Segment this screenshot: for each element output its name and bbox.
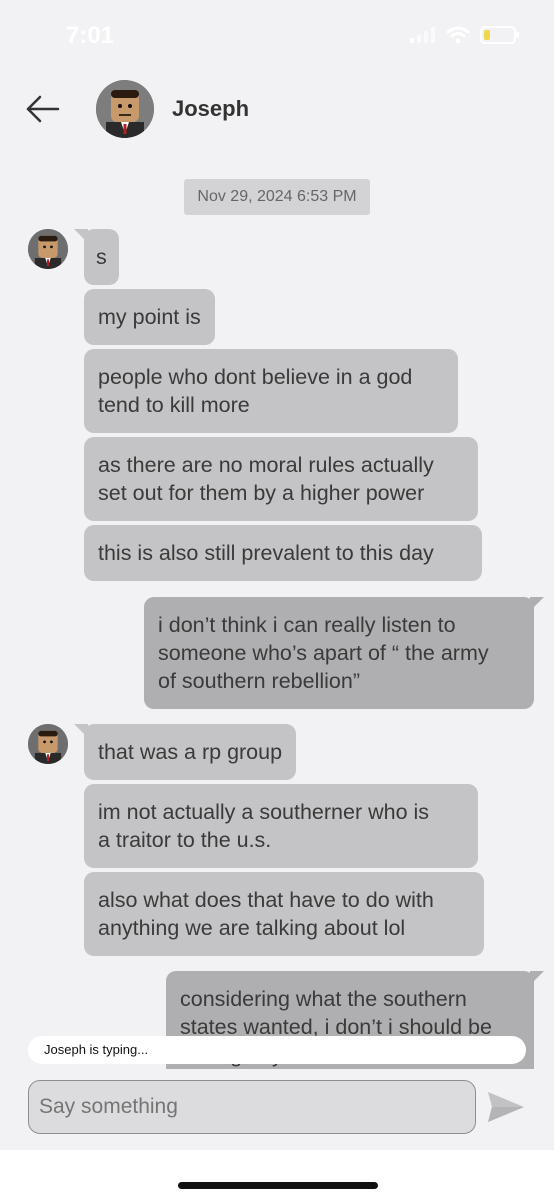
message-line: a traitor to the u.s. (98, 828, 272, 852)
message-timestamp: Nov 29, 2024 6:53 PM (184, 179, 370, 215)
wifi-icon (446, 26, 470, 44)
status-time: 7:01 (66, 22, 115, 49)
sender-avatar (28, 724, 68, 764)
message-line: people who dont believe in a god (98, 365, 413, 389)
message-line: as there are no moral rules actually (98, 453, 434, 477)
message-line: considering what the southern (180, 987, 467, 1011)
message-bubble-incoming[interactable]: as there are no moral rules actually set… (84, 437, 478, 521)
message-line: this is also still prevalent to this day (98, 541, 434, 565)
message-line: my point is (98, 305, 201, 329)
send-button[interactable] (486, 1088, 526, 1126)
bubble-tail (530, 971, 544, 985)
sender-avatar (28, 229, 68, 269)
message-line: s (96, 245, 107, 269)
message-line: tend to kill more (98, 393, 250, 417)
message-line: anything we are talking about lol (98, 916, 406, 940)
contact-name: Joseph (172, 96, 250, 121)
chat-header: Joseph (0, 78, 554, 142)
message-bubble-outgoing[interactable]: i don’t think i can really listen to som… (144, 597, 544, 709)
message-line: set out for them by a higher power (98, 481, 425, 505)
message-bubble-incoming[interactable]: s (74, 229, 119, 285)
message-bubble-incoming[interactable]: that was a rp group (73, 724, 297, 780)
back-button[interactable] (24, 92, 62, 126)
message-line: of southern rebellion” (158, 669, 360, 693)
message-line: that was a rp group (98, 740, 283, 764)
home-indicator[interactable] (178, 1182, 378, 1189)
message-bubble-incoming[interactable]: also what does that have to do with anyt… (84, 872, 484, 956)
message-bubble-incoming[interactable]: this is also still prevalent to this day (84, 525, 482, 581)
contact-avatar[interactable] (96, 80, 154, 138)
battery-icon (480, 26, 519, 44)
cellular-signal-icon (410, 27, 435, 43)
bottom-safe-area (0, 1150, 554, 1200)
message-bubble-incoming[interactable]: my point is (84, 289, 215, 345)
send-icon (488, 1092, 524, 1122)
message-bubble-incoming[interactable]: im not actually a southerner who is a tr… (84, 784, 478, 868)
message-line: im not actually a southerner who is (98, 800, 430, 824)
message-line: someone who’s apart of “ the army (158, 641, 489, 665)
message-line: also what does that have to do with (98, 888, 434, 912)
message-input[interactable] (28, 1080, 476, 1134)
arrow-left-icon (26, 95, 60, 123)
message-bubble-incoming[interactable]: people who dont believe in a god tend to… (84, 349, 458, 433)
status-bar: 7:01 (0, 0, 554, 70)
message-line: i don’t think i can really listen to (158, 613, 456, 637)
typing-indicator: Joseph is typing... (28, 1036, 526, 1064)
